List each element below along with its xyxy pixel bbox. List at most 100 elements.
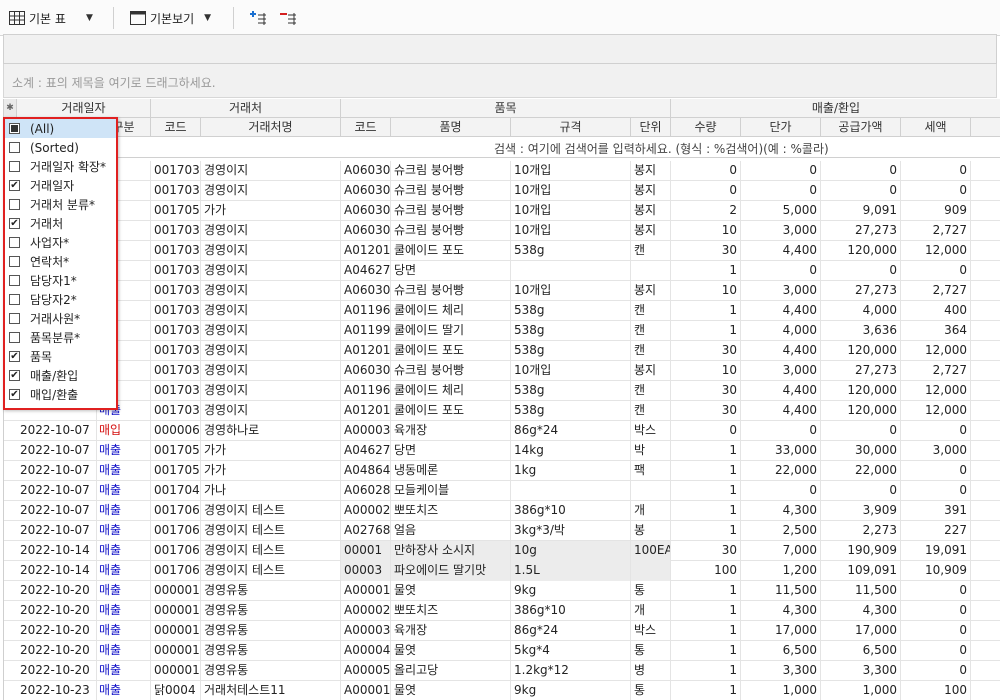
- cell-partner-name[interactable]: 경영이지: [201, 181, 341, 201]
- cell-item-code[interactable]: A01201: [341, 401, 391, 421]
- table-row[interactable]: 2022-10-20 매출 000001 경영유통 A00001 물엿 9kg 통 1 11,50…: [4, 581, 1000, 601]
- cell-unit[interactable]: [631, 561, 671, 581]
- cell-date[interactable]: 2022-10-20: [17, 621, 97, 641]
- cell-tax[interactable]: 12,000: [901, 401, 971, 421]
- cell-qty[interactable]: 100: [671, 561, 741, 581]
- cell-spec[interactable]: 538g: [511, 301, 631, 321]
- cell-supply[interactable]: 6,500: [821, 641, 901, 661]
- cell-unit[interactable]: 박: [631, 441, 671, 461]
- cell-tax[interactable]: 391: [901, 501, 971, 521]
- cell-item-code[interactable]: A06030: [341, 181, 391, 201]
- cell-qty[interactable]: 1: [671, 521, 741, 541]
- cell-unit[interactable]: 캔: [631, 401, 671, 421]
- cell-item-name[interactable]: 뽀또치즈: [391, 601, 511, 621]
- cell-partner-code[interactable]: 001703: [151, 241, 201, 261]
- cell-partner-name[interactable]: 경영이지: [201, 301, 341, 321]
- cell-partner-name[interactable]: 경영이지: [201, 341, 341, 361]
- cell-item-name[interactable]: 파오에이드 딸기맛: [391, 561, 511, 581]
- cell-spec[interactable]: 14kg: [511, 441, 631, 461]
- cell-partner-name[interactable]: 경영이지: [201, 241, 341, 261]
- cell-qty[interactable]: 1: [671, 501, 741, 521]
- cell-partner-name[interactable]: 가가: [201, 461, 341, 481]
- cell-tax[interactable]: 2,727: [901, 361, 971, 381]
- table-row[interactable]: 001703 경영이지 A01196 쿨에이드 체리 538g 캔 1 4,400 4,000 4…: [4, 301, 1000, 321]
- cell-price[interactable]: 1,200: [741, 561, 821, 581]
- dropdown-item[interactable]: 거래사원*: [5, 309, 116, 328]
- cell-item-code[interactable]: A01201: [341, 341, 391, 361]
- cell-tax[interactable]: 0: [901, 601, 971, 621]
- cell-supply[interactable]: 22,000: [821, 461, 901, 481]
- col-item-name[interactable]: 품명: [391, 118, 511, 137]
- cell-item-name[interactable]: 냉동메론: [391, 461, 511, 481]
- cell-partner-name[interactable]: 경영유통: [201, 601, 341, 621]
- cell-item-code[interactable]: A00003: [341, 621, 391, 641]
- cell-item-code[interactable]: A06030: [341, 221, 391, 241]
- cell-kind[interactable]: 매출: [97, 681, 151, 700]
- col-tax[interactable]: 세액: [901, 118, 971, 137]
- cell-kind[interactable]: 매출: [97, 661, 151, 681]
- cell-partner-name[interactable]: 가가: [201, 201, 341, 221]
- cell-item-code[interactable]: A01196: [341, 381, 391, 401]
- cell-item-name[interactable]: 슈크림 붕어빵: [391, 361, 511, 381]
- cell-kind[interactable]: 매출: [97, 481, 151, 501]
- cell-date[interactable]: 2022-10-07: [17, 501, 97, 521]
- table-row[interactable]: 2022-10-20 매출 000001 경영유통 A00005 올리고당 1.2kg*12…: [4, 661, 1000, 681]
- cell-unit[interactable]: 개: [631, 501, 671, 521]
- cell-unit[interactable]: 봉: [631, 521, 671, 541]
- cell-item-code[interactable]: A00002: [341, 501, 391, 521]
- table-row[interactable]: 001703 경영이지 A01199 쿨에이드 딸기 538g 캔 1 4,000 3,636 3…: [4, 321, 1000, 341]
- table-row[interactable]: 2022-10-07 매출 001706 경영이지 테스트 A02768 얼음 3kg*3/…: [4, 521, 1000, 541]
- cell-partner-code[interactable]: 000001: [151, 621, 201, 641]
- dropdown-item[interactable]: 사업자*: [5, 233, 116, 252]
- cell-price[interactable]: 3,000: [741, 361, 821, 381]
- table-row[interactable]: 001703 경영이지 A06030 슈크림 붕어빵 10개입 봉지 10 3,000 27,2…: [4, 281, 1000, 301]
- table-row[interactable]: 매출 001703 경영이지 A01201 쿨에이드 포도 538g 캔 30 4,400 120…: [4, 401, 1000, 421]
- cell-partner-code[interactable]: 000001: [151, 601, 201, 621]
- cell-partner-code[interactable]: 001705: [151, 441, 201, 461]
- cell-spec[interactable]: 10g: [511, 541, 631, 561]
- cell-partner-name[interactable]: 경영이지: [201, 321, 341, 341]
- cell-date[interactable]: 2022-10-20: [17, 661, 97, 681]
- cell-spec[interactable]: 538g: [511, 381, 631, 401]
- checkbox-icon[interactable]: [9, 256, 20, 267]
- checkbox-icon[interactable]: [9, 275, 20, 286]
- cell-tax[interactable]: 400: [901, 301, 971, 321]
- cell-unit[interactable]: 캔: [631, 241, 671, 261]
- cell-supply[interactable]: 30,000: [821, 441, 901, 461]
- cell-qty[interactable]: 0: [671, 181, 741, 201]
- cell-item-name[interactable]: 당면: [391, 441, 511, 461]
- cell-supply[interactable]: 0: [821, 181, 901, 201]
- band-date[interactable]: 거래일자: [17, 99, 151, 118]
- cell-partner-code[interactable]: 001703: [151, 221, 201, 241]
- cell-tax[interactable]: 364: [901, 321, 971, 341]
- cell-unit[interactable]: [631, 481, 671, 501]
- checkbox-icon[interactable]: [9, 294, 20, 305]
- cell-qty[interactable]: 1: [671, 321, 741, 341]
- cell-partner-name[interactable]: 경영이지: [201, 221, 341, 241]
- cell-partner-code[interactable]: 001703: [151, 401, 201, 421]
- band-item[interactable]: 품목: [341, 99, 671, 118]
- cell-partner-code[interactable]: 001705: [151, 201, 201, 221]
- cell-partner-name[interactable]: 경영이지: [201, 281, 341, 301]
- cell-partner-name[interactable]: 경영유통: [201, 661, 341, 681]
- cell-unit[interactable]: 박스: [631, 621, 671, 641]
- dropdown-item[interactable]: ✔ 매입/환출: [5, 385, 116, 404]
- dropdown-item[interactable]: 연락처*: [5, 252, 116, 271]
- cell-item-name[interactable]: 당면: [391, 261, 511, 281]
- cell-qty[interactable]: 30: [671, 401, 741, 421]
- cell-supply[interactable]: 3,909: [821, 501, 901, 521]
- table-row[interactable]: 2022-10-20 매출 000001 경영유통 A00004 물엿 5kg*4 통 1 6,5…: [4, 641, 1000, 661]
- cell-spec[interactable]: 386g*10: [511, 501, 631, 521]
- cell-price[interactable]: 4,400: [741, 381, 821, 401]
- cell-kind[interactable]: 매출: [97, 641, 151, 661]
- cell-price[interactable]: 11,500: [741, 581, 821, 601]
- cell-price[interactable]: 4,300: [741, 501, 821, 521]
- dropdown-item[interactable]: ✔ 거래일자: [5, 176, 116, 195]
- cell-spec[interactable]: 5kg*4: [511, 641, 631, 661]
- cell-date[interactable]: 2022-10-07: [17, 481, 97, 501]
- cell-price[interactable]: 4,000: [741, 321, 821, 341]
- cell-item-name[interactable]: 올리고당: [391, 661, 511, 681]
- cell-unit[interactable]: 봉지: [631, 221, 671, 241]
- cell-spec[interactable]: 86g*24: [511, 421, 631, 441]
- cell-price[interactable]: 4,400: [741, 341, 821, 361]
